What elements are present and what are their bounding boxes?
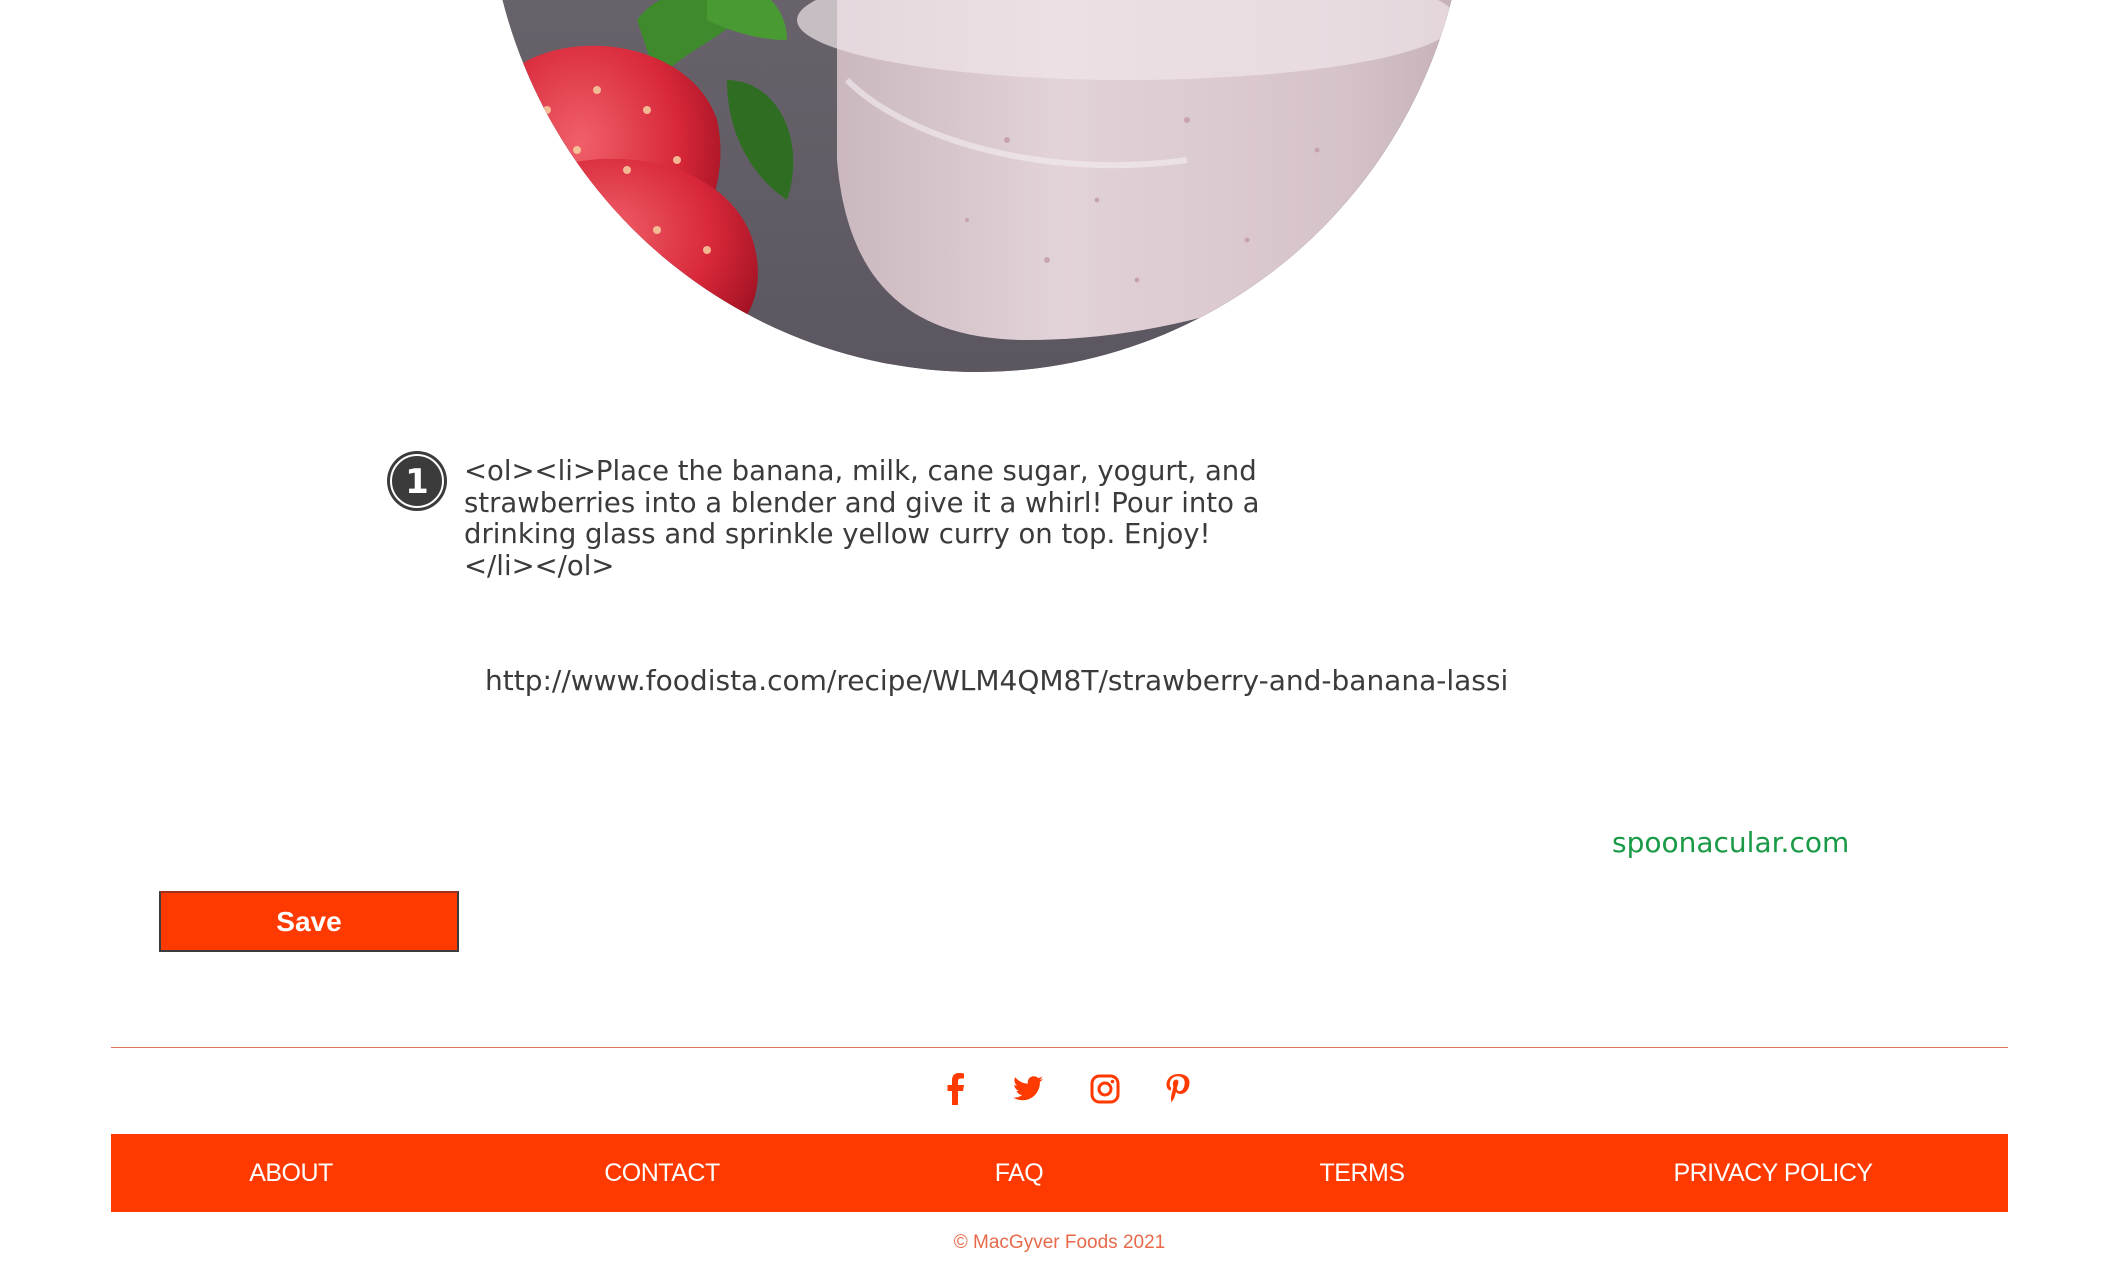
social-links [0,1071,2119,1111]
step-number: 1 [405,462,429,502]
recipe-source-link[interactable]: http://www.foodista.com/recipe/WLM4QM8T/… [485,664,1508,697]
twitter-icon[interactable] [1010,1071,1046,1107]
step-instruction-text: <ol><li>Place the banana, milk, cane sug… [464,455,1260,582]
pinterest-icon[interactable] [1160,1071,1196,1107]
footer-link-terms[interactable]: TERMS [1320,1134,1406,1212]
footer-link-privacy-policy[interactable]: PRIVACY POLICY [1673,1134,1873,1212]
copyright-text: © MacGyver Foods 2021 [953,1232,1166,1253]
instagram-icon[interactable] [1087,1071,1123,1107]
recipe-photo-illustration [487,0,1467,372]
footer-link-faq[interactable]: FAQ [995,1134,1044,1212]
footer-divider [111,1047,2008,1048]
recipe-image [487,0,1467,372]
spoonacular-credit-link[interactable]: spoonacular.com [1612,826,1849,859]
step-number-badge: 1 [387,451,447,511]
footer-nav: ABOUT CONTACT FAQ TERMS PRIVACY POLICY [111,1134,2008,1212]
footer-link-contact[interactable]: CONTACT [604,1134,720,1212]
footer-link-about[interactable]: ABOUT [249,1134,333,1212]
save-button[interactable]: Save [159,891,459,952]
facebook-icon[interactable] [938,1071,974,1107]
